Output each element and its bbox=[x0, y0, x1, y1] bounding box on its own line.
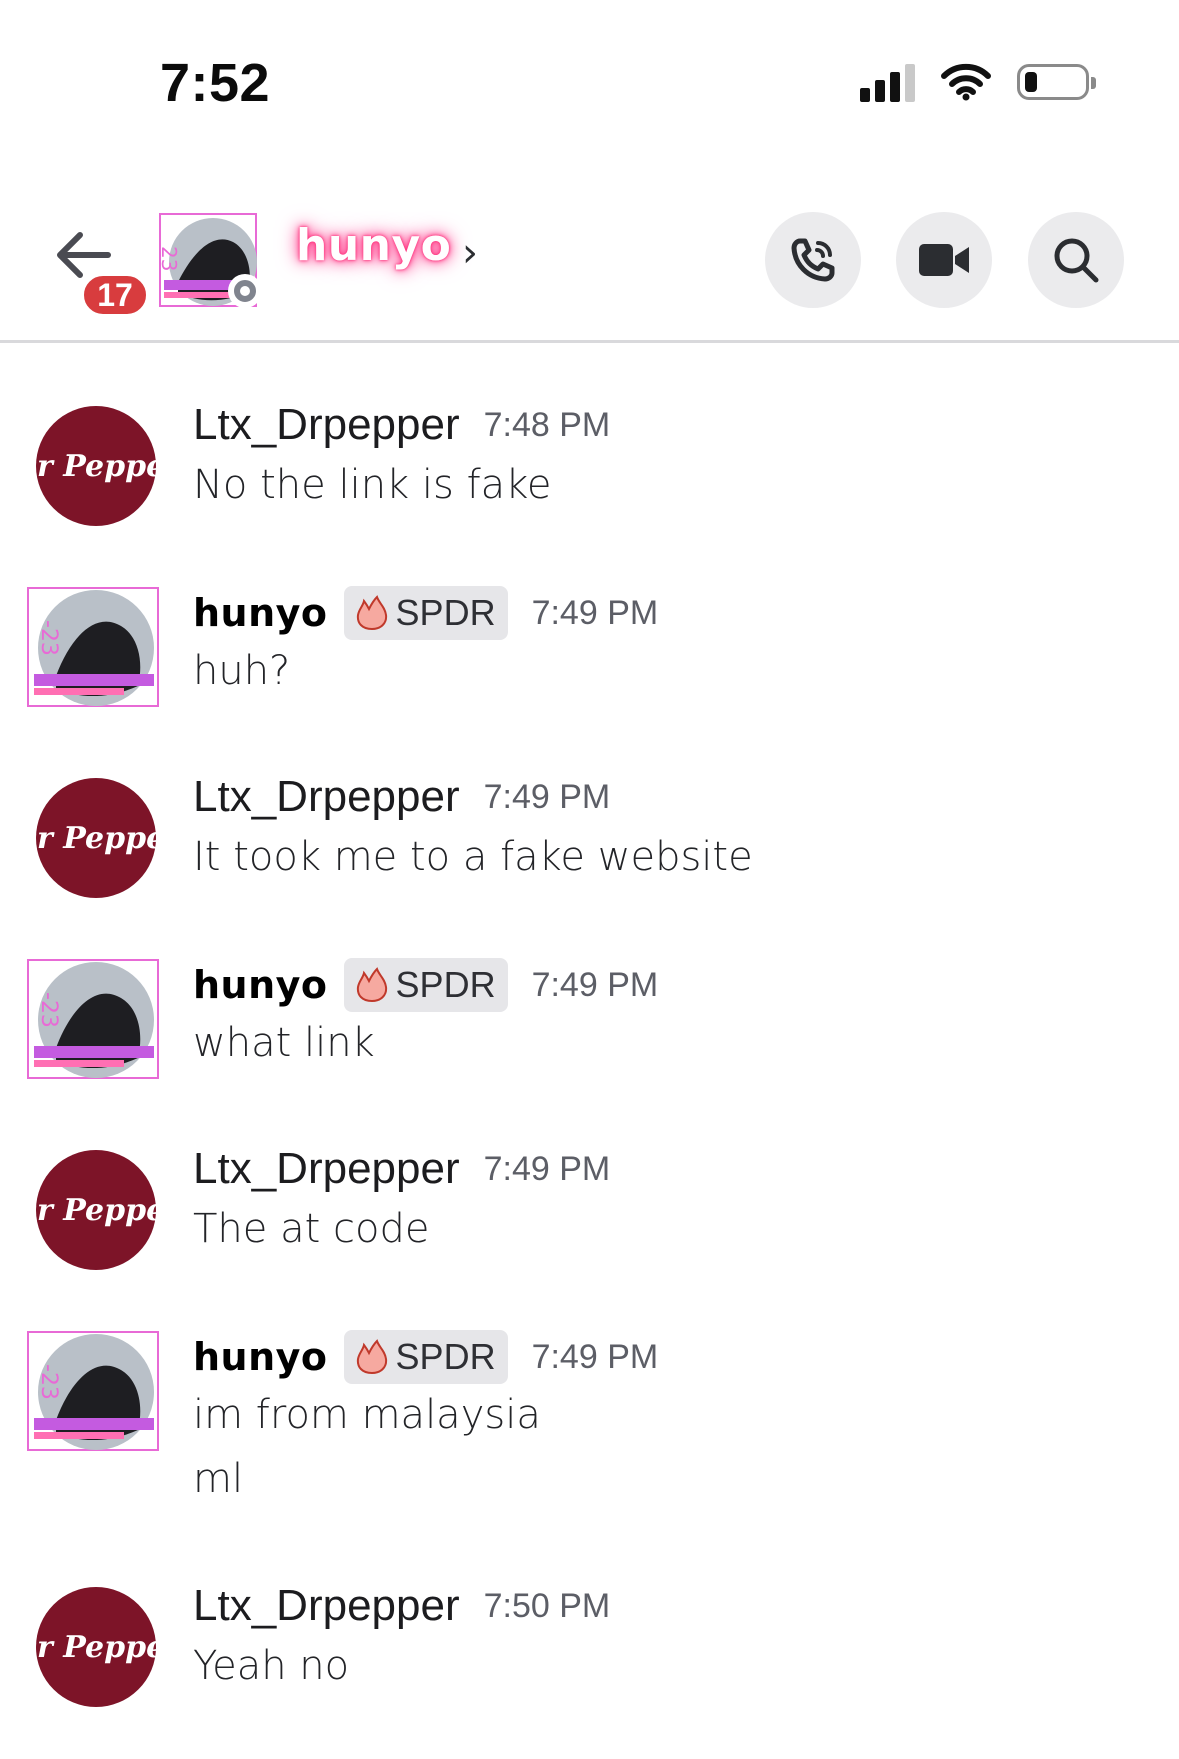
author-name[interactable]: Ltx_Drpepper bbox=[193, 1144, 460, 1194]
server-tag[interactable]: SPDR bbox=[343, 958, 508, 1012]
author-name[interactable]: Ltx_Drpepper bbox=[193, 400, 460, 450]
channel-name[interactable]: hunyo bbox=[296, 220, 451, 271]
message-text: Yeah no bbox=[193, 1643, 350, 1689]
unread-badge: 17 bbox=[80, 272, 150, 318]
svg-text:Dr Pepper: Dr Pepper bbox=[26, 821, 166, 856]
wifi-icon bbox=[941, 63, 991, 101]
message-text: The at code bbox=[193, 1206, 430, 1252]
svg-text:-23: -23 bbox=[36, 1364, 61, 1400]
avatar[interactable]: -23 bbox=[26, 958, 166, 1088]
message-text: It took me to a fake website bbox=[193, 834, 753, 880]
call-button[interactable] bbox=[765, 212, 861, 308]
svg-text:Dr Pepper: Dr Pepper bbox=[26, 1193, 166, 1228]
chat-header: 17 23 hunyo › bbox=[0, 190, 1179, 340]
message-text: im from malaysia bbox=[193, 1392, 541, 1438]
avatar[interactable]: -23 bbox=[26, 1330, 166, 1460]
message-header: Ltx_Drpepper 7:48 PM bbox=[193, 400, 610, 450]
server-tag-label: SPDR bbox=[395, 592, 496, 633]
author-name[interactable]: hunyo bbox=[193, 591, 328, 635]
phone-icon bbox=[791, 238, 835, 282]
status-icons bbox=[860, 62, 1096, 102]
avatar[interactable]: -23 bbox=[26, 586, 166, 716]
timestamp: 7:50 PM bbox=[483, 1586, 611, 1625]
message-header: Ltx_Drpepper 7:50 PM bbox=[193, 1581, 610, 1631]
author-name[interactable]: hunyo bbox=[193, 963, 328, 1007]
timestamp: 7:49 PM bbox=[531, 593, 659, 632]
avatar[interactable]: Dr Pepper bbox=[10, 406, 183, 536]
dm-screen: 7:52 17 23 hunyo › r Peppe Ltx_Drpepper … bbox=[0, 0, 1179, 1759]
timestamp: 7:49 PM bbox=[483, 1149, 611, 1188]
timestamp: 7:49 PM bbox=[531, 965, 659, 1004]
message-header: Ltx_Drpepper 7:49 PM bbox=[193, 772, 610, 822]
timestamp: 7:48 PM bbox=[483, 405, 611, 444]
flame-icon bbox=[356, 595, 387, 631]
message-text: huh? bbox=[193, 648, 291, 694]
timestamp: 7:49 PM bbox=[531, 1337, 659, 1376]
status-time: 7:52 bbox=[160, 53, 271, 113]
video-camera-icon bbox=[919, 244, 969, 276]
server-tag-label: SPDR bbox=[395, 964, 496, 1005]
status-bar: 7:52 bbox=[0, 0, 1179, 170]
avatar[interactable]: Dr Pepper bbox=[10, 778, 183, 908]
flame-icon bbox=[356, 1339, 387, 1375]
cellular-signal-icon bbox=[860, 62, 915, 102]
video-button[interactable] bbox=[896, 212, 992, 308]
author-name[interactable]: hunyo bbox=[193, 1335, 328, 1379]
header-divider bbox=[0, 340, 1179, 343]
server-tag[interactable]: SPDR bbox=[343, 586, 508, 640]
flame-icon bbox=[356, 967, 387, 1003]
message-header: hunyo SPDR 7:49 PM bbox=[193, 586, 658, 640]
server-tag-label: SPDR bbox=[395, 1336, 496, 1377]
svg-text:-23: -23 bbox=[36, 620, 61, 656]
svg-text:-23: -23 bbox=[36, 992, 61, 1028]
svg-text:23: 23 bbox=[158, 246, 181, 271]
search-icon bbox=[1054, 238, 1099, 283]
offline-status-icon bbox=[228, 274, 262, 308]
author-name[interactable]: Ltx_Drpepper bbox=[193, 772, 460, 822]
message-header: hunyo SPDR 7:49 PM bbox=[193, 1330, 658, 1384]
message-text: ml bbox=[193, 1456, 244, 1502]
message-header: Ltx_Drpepper 7:49 PM bbox=[193, 1144, 610, 1194]
server-tag[interactable]: SPDR bbox=[343, 1330, 508, 1384]
svg-text:Dr Pepper: Dr Pepper bbox=[26, 449, 166, 484]
timestamp: 7:49 PM bbox=[483, 777, 611, 816]
message-header: hunyo SPDR 7:49 PM bbox=[193, 958, 658, 1012]
avatar[interactable]: Dr Pepper bbox=[10, 1587, 183, 1717]
battery-icon bbox=[1017, 64, 1096, 100]
message-text: what link bbox=[193, 1020, 375, 1066]
chevron-right-icon[interactable]: › bbox=[462, 230, 478, 276]
svg-text:Dr Pepper: Dr Pepper bbox=[26, 1630, 166, 1665]
author-name[interactable]: Ltx_Drpepper bbox=[193, 1581, 460, 1631]
avatar[interactable]: Dr Pepper bbox=[10, 1150, 183, 1280]
message-text: No the link is fake bbox=[193, 462, 552, 508]
search-button[interactable] bbox=[1028, 212, 1124, 308]
